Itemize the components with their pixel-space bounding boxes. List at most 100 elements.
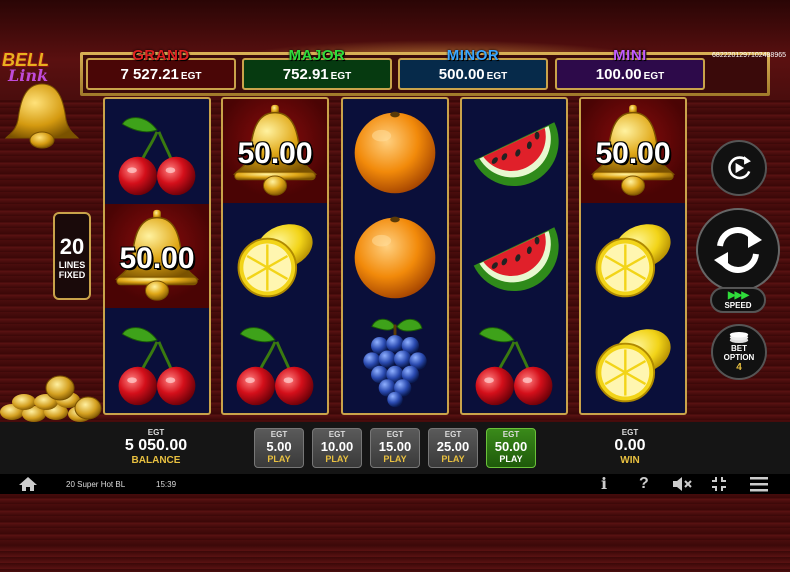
bet-option-value: 4 [736,361,742,373]
chips-icon [729,331,749,343]
bet-play-label: PLAY [267,454,291,464]
bet-value: 50.00 [494,439,528,454]
clock: 15:39 [156,480,177,489]
symbol-cherry [105,99,209,203]
jackpot-grand-value: 7 527.21 [120,65,179,83]
balance-label: BALANCE [131,455,181,466]
reel-3 [341,97,449,415]
jackpot-minor-value: 500.00 [438,65,485,83]
bet-button-5[interactable]: EGT 5.00 PLAY [254,428,304,468]
jackpot-major: MAJOR 752.91 EGT [242,47,392,90]
bet-button-50[interactable]: EGT 50.00 PLAY [486,428,536,468]
spin-icon [714,227,762,273]
bet-currency: EGT [328,430,346,439]
watermelon-icon [473,227,559,292]
bet-play-label: PLAY [383,454,407,464]
info-icon[interactable]: i [601,476,607,492]
win-value: 0.00 [614,437,646,454]
bet-value: 5.00 [266,439,292,454]
bet-value: 15.00 [378,439,412,454]
symbol-lemon [223,204,327,308]
win-currency: EGT [621,428,639,437]
logo-bell-icon [4,83,80,149]
orange-icon [354,216,436,299]
jackpot-major-label: MAJOR [288,47,346,64]
symbol-orange [343,204,447,308]
lines-count: 20 [59,234,85,259]
balance-display: EGT 5 050.00 BALANCE [110,428,202,466]
jackpot-mini-currency: EGT [643,70,665,82]
jackpot-mini-label: MINI [613,47,647,64]
home-icon[interactable] [18,476,38,492]
symbol-lemon [581,309,685,413]
symbol-watermelon [462,99,566,203]
speed-arrows-icon: ▶▶▶ [727,289,749,301]
lines-fixed-indicator: 20 LINES FIXED [53,212,91,300]
bet-option-label: BET [731,343,747,353]
jackpot-minor-currency: EGT [486,70,508,82]
gold-coins-decoration [0,375,102,422]
symbol-lemon [581,204,685,308]
lines-label: LINES [58,260,86,270]
jackpot-grand: GRAND 7 527.21 EGT [86,47,236,90]
bet-play-label: PLAY [441,454,465,464]
autoplay-icon [728,156,751,180]
cherry-icon [117,326,197,407]
bet-currency: EGT [444,430,462,439]
reel-4 [460,97,568,415]
symbol-grapes [343,309,447,413]
win-label: WIN [620,455,640,466]
grapes-icon [361,317,429,409]
autoplay-button[interactable] [711,140,767,196]
jackpot-mini: MINI 100.00 EGT [555,47,705,90]
bet-currency: EGT [386,430,404,439]
jackpot-grand-label: GRAND [132,47,190,64]
footer-decoration [0,545,790,572]
menu-icon[interactable] [750,476,768,492]
bet-button-15[interactable]: EGT 15.00 PLAY [370,428,420,468]
help-icon[interactable]: ? [639,476,649,492]
jackpot-major-value: 752.91 [282,65,329,83]
session-id: 6822201297102488965 [712,52,786,59]
jackpot-mini-value: 100.00 [595,65,642,83]
bet-value: 25.00 [436,439,470,454]
cherry-icon [235,326,315,407]
bet-currency: EGT [270,430,288,439]
bet-option-label-2: OPTION [723,352,755,362]
bet-value: 10.00 [320,439,354,454]
reel-2: 50.00 [221,97,329,415]
symbol-watermelon [462,204,566,308]
speed-button[interactable]: ▶▶▶ SPEED [710,287,766,313]
symbol-cherry [105,309,209,413]
jackpot-minor: MINOR 500.00 EGT [398,47,548,90]
watermelon-icon [473,122,559,187]
cherry-icon [474,326,554,407]
balance-currency: EGT [147,428,165,437]
bet-button-10[interactable]: EGT 10.00 PLAY [312,428,362,468]
jackpot-minor-label: MINOR [446,47,500,64]
bet-play-label: PLAY [325,454,349,464]
symbol-bell: 50.00 [223,99,327,203]
symbol-orange [343,99,447,203]
win-display: EGT 0.00 WIN [600,428,660,466]
game-logo: BELL Link [2,50,82,150]
bet-button-25[interactable]: EGT 25.00 PLAY [428,428,478,468]
bet-play-label: PLAY [499,454,523,464]
fullscreen-icon[interactable] [711,476,727,492]
bet-currency: EGT [502,430,520,439]
symbol-cherry [462,309,566,413]
bell-value: 50.00 [237,137,313,170]
mute-icon[interactable] [672,476,692,492]
speed-label: SPEED [724,300,752,310]
jackpot-major-currency: EGT [330,70,352,82]
symbol-bell: 50.00 [105,204,209,308]
lemon-icon [595,320,679,403]
jackpot-grand-currency: EGT [180,70,202,82]
spin-button[interactable] [696,208,780,292]
lemon-icon [595,215,679,298]
bet-option-button[interactable]: BET OPTION 4 [711,324,767,380]
lines-fixed-label: FIXED [58,270,86,280]
symbol-cherry [223,309,327,413]
game-name: 20 Super Hot BL [66,480,126,489]
bell-value: 50.00 [119,242,195,275]
